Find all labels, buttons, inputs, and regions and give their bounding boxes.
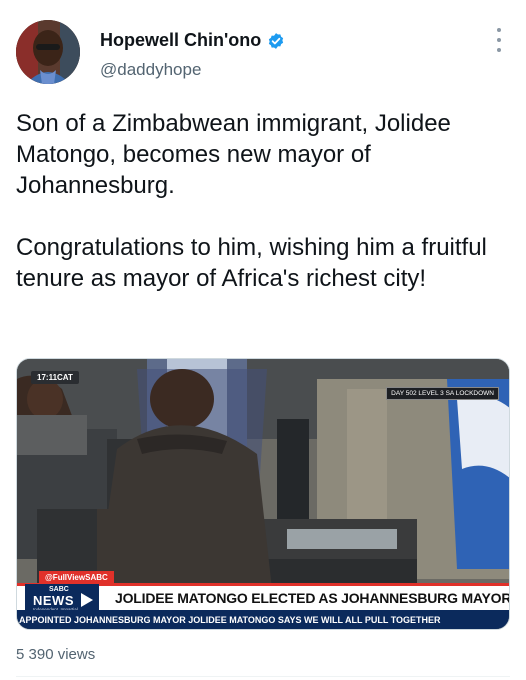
verified-badge-icon xyxy=(269,32,284,49)
view-count: 5 390 views xyxy=(16,646,96,663)
user-avatar[interactable] xyxy=(16,20,80,84)
news-ticker: APPOINTED JOHANNESBURG MAYOR JOLIDEE MAT… xyxy=(17,610,509,629)
tweet-text: Son of a Zimbabwean immigrant, Jolidee M… xyxy=(16,110,487,292)
name-row: Hopewell Chin'ono xyxy=(100,30,285,51)
video-timestamp: 17:11CAT xyxy=(31,371,79,384)
avatar-image xyxy=(16,20,80,84)
more-options-icon[interactable] xyxy=(494,28,504,52)
play-arrow-icon xyxy=(81,593,93,607)
tweet-header: Hopewell Chin'ono @daddyhope xyxy=(0,0,526,100)
tweet-media-video[interactable]: 17:11CAT DAY 502 LEVEL 3 SA LOCKDOWN @Fu… xyxy=(16,358,510,630)
news-headline: JOLIDEE MATONGO ELECTED AS JOHANNESBURG … xyxy=(115,590,510,606)
brand-main: NEWS xyxy=(33,593,74,608)
divider xyxy=(16,676,510,677)
news-lower-third: SABC NEWS Independent. Impartial. JOLIDE… xyxy=(17,583,510,614)
display-name[interactable]: Hopewell Chin'ono xyxy=(100,30,261,51)
lockdown-badge: DAY 502 LEVEL 3 SA LOCKDOWN xyxy=(386,387,499,400)
brand-top: SABC xyxy=(49,586,69,593)
user-handle[interactable]: @daddyhope xyxy=(100,60,201,80)
